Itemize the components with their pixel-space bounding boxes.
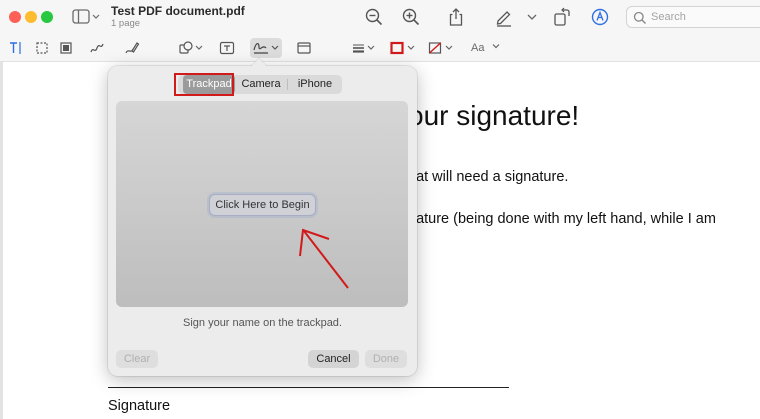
border-color-button[interactable] — [389, 40, 417, 56]
signature-button[interactable] — [250, 38, 282, 58]
search-icon — [633, 11, 646, 24]
done-button[interactable]: Done — [365, 350, 407, 368]
text-style-label: Aa — [471, 42, 485, 54]
text-selection-button[interactable] — [9, 40, 23, 56]
rectangular-selection-icon — [36, 42, 48, 54]
click-to-begin-button[interactable]: Click Here to Begin — [209, 194, 316, 216]
minimize-window-button[interactable] — [25, 11, 37, 23]
sidebar-icon — [72, 9, 100, 24]
draw-icon — [125, 42, 140, 54]
note-button[interactable] — [296, 40, 312, 56]
chevron-down-icon — [527, 14, 537, 20]
note-icon — [297, 42, 311, 54]
document-page-count: 1 page — [111, 18, 141, 29]
signature-label: Signature — [108, 398, 171, 414]
tab-camera[interactable]: Camera — [236, 75, 286, 94]
shapes-button[interactable] — [178, 40, 204, 56]
search-placeholder: Search — [651, 11, 686, 23]
chevron-down-icon — [492, 44, 499, 49]
tab-iphone[interactable]: iPhone — [289, 75, 341, 94]
cancel-button[interactable]: Cancel — [308, 350, 359, 368]
rotate-icon — [554, 7, 570, 26]
draw-button[interactable] — [124, 40, 140, 56]
signature-pad[interactable]: Click Here to Begin — [116, 101, 408, 307]
tab-divider — [287, 79, 288, 90]
share-icon — [449, 8, 463, 26]
border-color-icon — [390, 41, 415, 55]
title-bar: Test PDF document.pdf 1 page Search — [0, 0, 760, 34]
line-style-button[interactable] — [351, 40, 377, 56]
highlight-button[interactable] — [494, 7, 514, 27]
text-selection-icon — [10, 42, 21, 54]
signature-line — [108, 387, 509, 388]
signature-popover: Trackpad Camera iPhone Click Here to Beg… — [108, 58, 417, 376]
markup-icon — [591, 8, 609, 26]
fill-color-icon — [428, 42, 453, 54]
markup-toolbar-button[interactable] — [590, 7, 610, 27]
share-button[interactable] — [446, 7, 466, 27]
markup-toolbar: Aa — [0, 34, 760, 62]
line-style-icon — [353, 44, 375, 53]
zoom-in-icon — [402, 8, 420, 26]
sketch-button[interactable] — [89, 40, 105, 56]
signature-icon — [253, 43, 279, 54]
redact-button[interactable] — [59, 40, 73, 56]
shapes-icon — [179, 41, 203, 54]
document-title: Test PDF document.pdf — [111, 4, 245, 18]
text-box-button[interactable] — [219, 40, 235, 56]
zoom-window-button[interactable] — [41, 11, 53, 23]
trackpad-hint: Sign your name on the trackpad. — [183, 317, 342, 329]
close-window-button[interactable] — [9, 11, 21, 23]
document-paragraph-2: nature (being done with my left hand, wh… — [408, 211, 716, 227]
highlight-options-button[interactable] — [526, 7, 538, 27]
zoom-out-icon — [365, 8, 383, 26]
page-edge — [0, 62, 3, 419]
zoom-out-button[interactable] — [364, 7, 384, 27]
text-style-button[interactable]: Aa — [471, 41, 501, 54]
search-field[interactable]: Search — [626, 6, 760, 28]
redact-icon — [60, 42, 72, 54]
zoom-in-button[interactable] — [401, 7, 421, 27]
sidebar-toggle-button[interactable] — [72, 9, 100, 25]
trackpad-tab-highlight — [174, 73, 234, 96]
rectangular-selection-button[interactable] — [35, 40, 49, 56]
text-box-icon — [219, 41, 235, 55]
highlight-pen-icon — [496, 11, 511, 27]
document-heading: our signature! — [408, 100, 580, 131]
sketch-icon — [90, 43, 104, 53]
fill-color-button[interactable] — [427, 40, 455, 56]
clear-button[interactable]: Clear — [116, 350, 158, 368]
rotate-button[interactable] — [552, 7, 572, 27]
preview-window: Test PDF document.pdf 1 page Search Aa o… — [0, 0, 760, 419]
document-paragraph-1: hat will need a signature. — [408, 169, 569, 185]
red-annotation-arrow-icon — [299, 228, 349, 289]
